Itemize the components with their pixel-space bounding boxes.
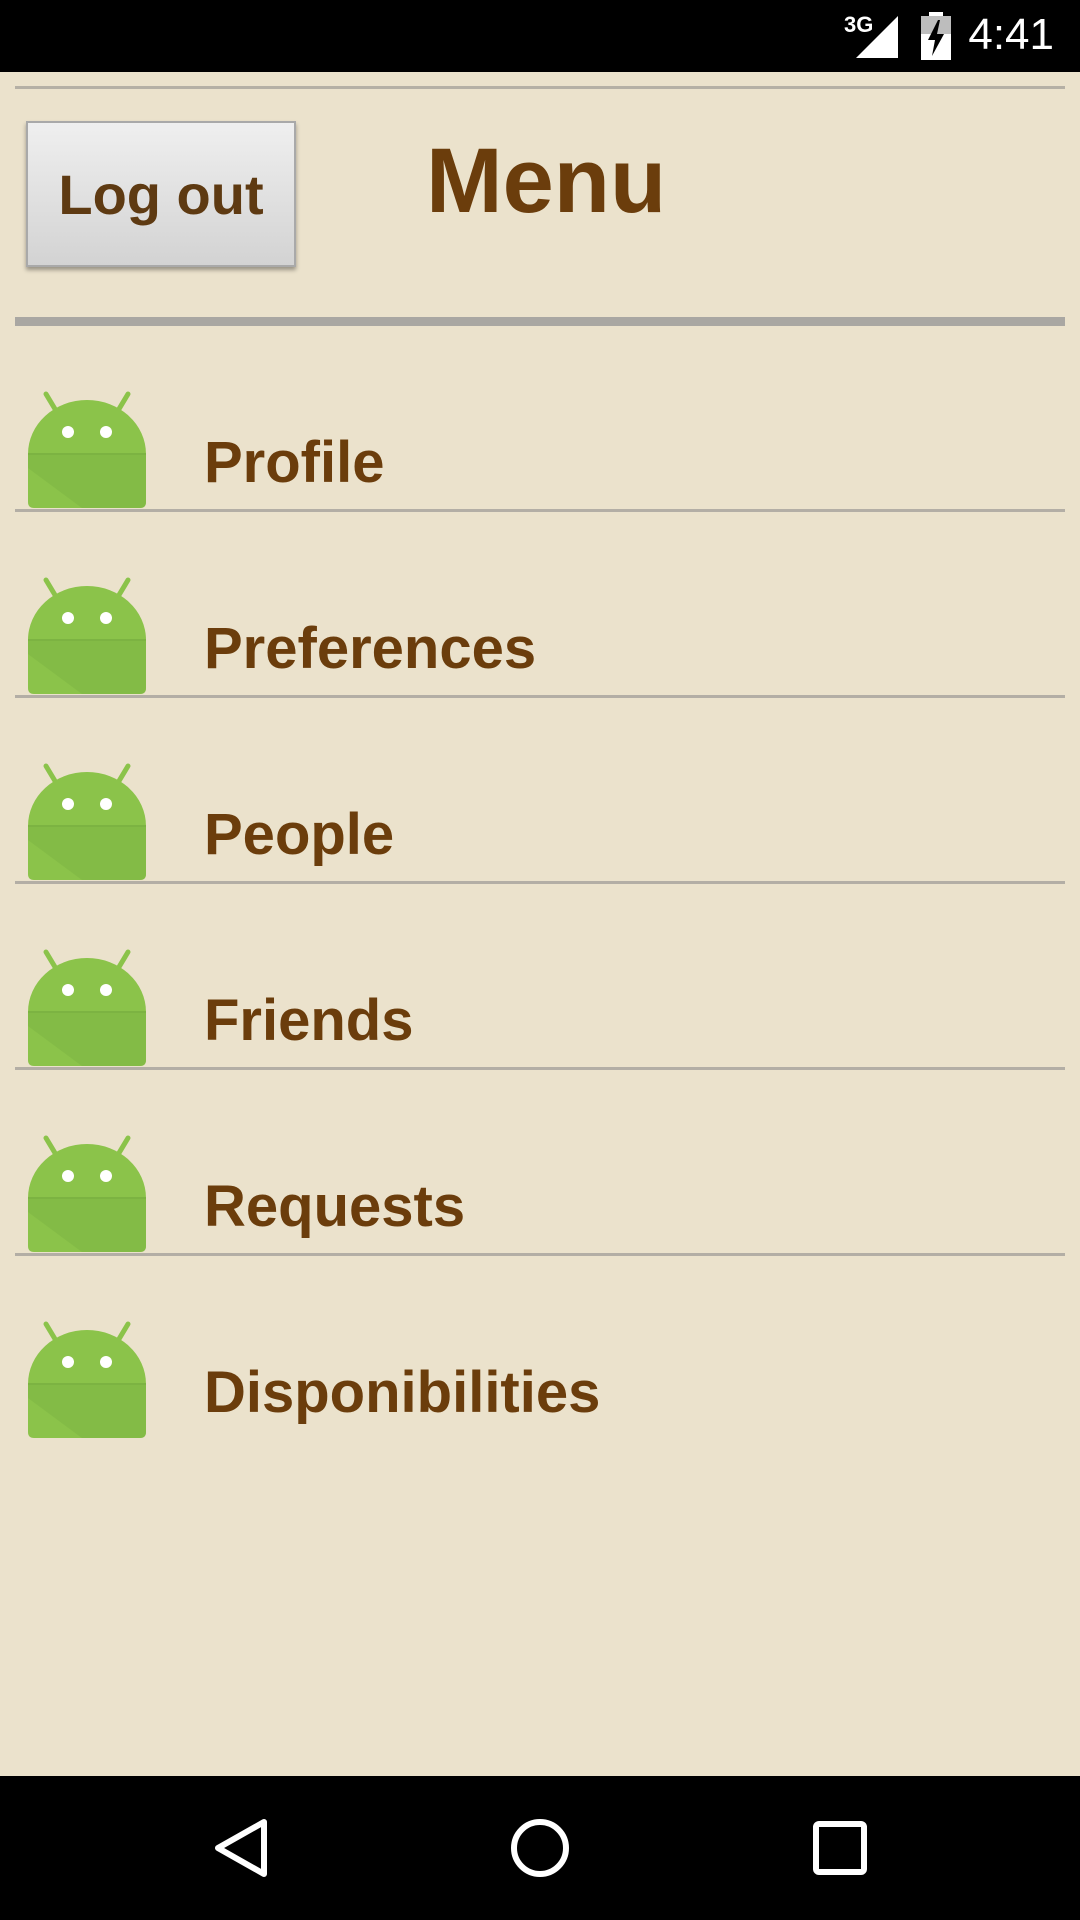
menu-item-friends[interactable]: Friends bbox=[0, 884, 1080, 1070]
app-screen: Log out Menu Profile Preferences People … bbox=[0, 72, 1080, 1776]
status-bar: 3G 4:41 bbox=[0, 0, 1080, 72]
menu-item-label: People bbox=[204, 802, 395, 867]
android-icon bbox=[28, 1321, 146, 1438]
back-icon[interactable] bbox=[210, 1816, 274, 1880]
menu-item-profile[interactable]: Profile bbox=[0, 326, 1080, 512]
android-icon bbox=[28, 763, 146, 880]
menu-item-label: Preferences bbox=[204, 616, 537, 681]
battery-charging-icon bbox=[921, 12, 951, 60]
header: Log out Menu bbox=[0, 89, 1080, 321]
signal-icon bbox=[856, 16, 898, 58]
recents-icon[interactable] bbox=[808, 1816, 872, 1880]
page-title: Menu bbox=[426, 130, 667, 232]
menu-item-requests[interactable]: Requests bbox=[0, 1070, 1080, 1256]
header-divider bbox=[15, 317, 1065, 326]
android-icon bbox=[28, 391, 146, 508]
clock: 4:41 bbox=[968, 10, 1054, 59]
menu-item-preferences[interactable]: Preferences bbox=[0, 512, 1080, 698]
menu-item-disponibilities[interactable]: Disponibilities bbox=[0, 1256, 1080, 1442]
menu-item-label: Requests bbox=[204, 1174, 466, 1239]
logout-button[interactable]: Log out bbox=[26, 121, 296, 267]
menu-item-people[interactable]: People bbox=[0, 698, 1080, 884]
home-icon[interactable] bbox=[508, 1816, 572, 1880]
menu-item-label: Disponibilities bbox=[204, 1360, 601, 1425]
android-icon bbox=[28, 1135, 146, 1252]
android-icon bbox=[28, 577, 146, 694]
menu-item-label: Friends bbox=[204, 988, 414, 1053]
menu-list: Profile Preferences People Friends Reque… bbox=[0, 326, 1080, 1442]
navigation-bar bbox=[0, 1776, 1080, 1920]
android-icon bbox=[28, 949, 146, 1066]
menu-item-label: Profile bbox=[204, 430, 385, 495]
